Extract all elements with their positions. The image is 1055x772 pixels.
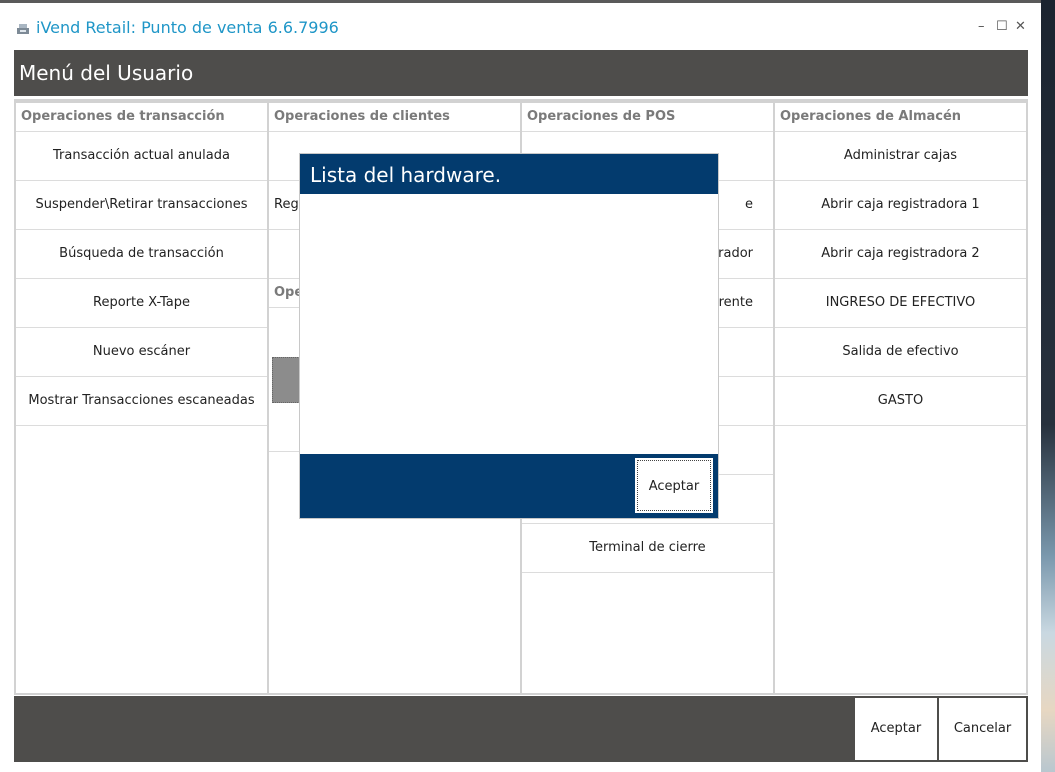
transactions-column: Operaciones de transacción Transacción a… bbox=[16, 103, 267, 693]
hardware-list-dialog: Lista del hardware. Aceptar bbox=[300, 154, 718, 518]
dialog-header: Lista del hardware. bbox=[300, 154, 718, 194]
new-scanner-button[interactable]: Nuevo escáner bbox=[16, 328, 267, 377]
title-bar: iVend Retail: Punto de venta 6.6.7996 – … bbox=[0, 3, 1041, 53]
suspend-retrieve-button[interactable]: Suspender\Retirar transacciones bbox=[16, 181, 267, 230]
desktop-background bbox=[1041, 0, 1055, 772]
gray-button[interactable] bbox=[272, 357, 302, 403]
pos-header: Operaciones de POS bbox=[522, 103, 773, 132]
page-title: Menú del Usuario bbox=[19, 61, 194, 85]
app-title: iVend Retail: Punto de venta 6.6.7996 bbox=[36, 18, 339, 37]
minimize-button[interactable]: – bbox=[978, 19, 985, 34]
user-menu-header: Menú del Usuario bbox=[14, 50, 1028, 96]
dialog-accept-button[interactable]: Aceptar bbox=[634, 457, 714, 514]
accept-button[interactable]: Aceptar bbox=[855, 698, 937, 760]
expense-button[interactable]: GASTO bbox=[775, 377, 1026, 426]
footer-bar: Aceptar Cancelar bbox=[14, 696, 1028, 762]
manage-drawers-button[interactable]: Administrar cajas bbox=[775, 132, 1026, 181]
dialog-footer: Aceptar bbox=[300, 454, 718, 518]
app-window: iVend Retail: Punto de venta 6.6.7996 – … bbox=[0, 0, 1041, 772]
pos-register-icon bbox=[17, 24, 29, 34]
dialog-title: Lista del hardware. bbox=[310, 163, 502, 187]
void-transaction-button[interactable]: Transacción actual anulada bbox=[16, 132, 267, 181]
open-drawer-2-button[interactable]: Abrir caja registradora 2 bbox=[775, 230, 1026, 279]
x-tape-report-button[interactable]: Reporte X-Tape bbox=[16, 279, 267, 328]
show-scanned-transactions-button[interactable]: Mostrar Transacciones escaneadas bbox=[16, 377, 267, 426]
close-button[interactable]: ✕ bbox=[1015, 19, 1026, 34]
hardware-list[interactable] bbox=[300, 194, 718, 454]
cancel-button[interactable]: Cancelar bbox=[939, 698, 1026, 760]
close-terminal-button[interactable]: Terminal de cierre bbox=[522, 524, 773, 573]
clients-header: Operaciones de clientes bbox=[269, 103, 520, 132]
cash-in-button[interactable]: INGRESO DE EFECTIVO bbox=[775, 279, 1026, 328]
maximize-button[interactable]: ☐ bbox=[996, 19, 1008, 34]
open-drawer-1-button[interactable]: Abrir caja registradora 1 bbox=[775, 181, 1026, 230]
warehouse-column: Operaciones de Almacén Administrar cajas… bbox=[775, 103, 1026, 693]
warehouse-header: Operaciones de Almacén bbox=[775, 103, 1026, 132]
transaction-search-button[interactable]: Búsqueda de transacción bbox=[16, 230, 267, 279]
transactions-header: Operaciones de transacción bbox=[16, 103, 267, 132]
cash-out-button[interactable]: Salida de efectivo bbox=[775, 328, 1026, 377]
